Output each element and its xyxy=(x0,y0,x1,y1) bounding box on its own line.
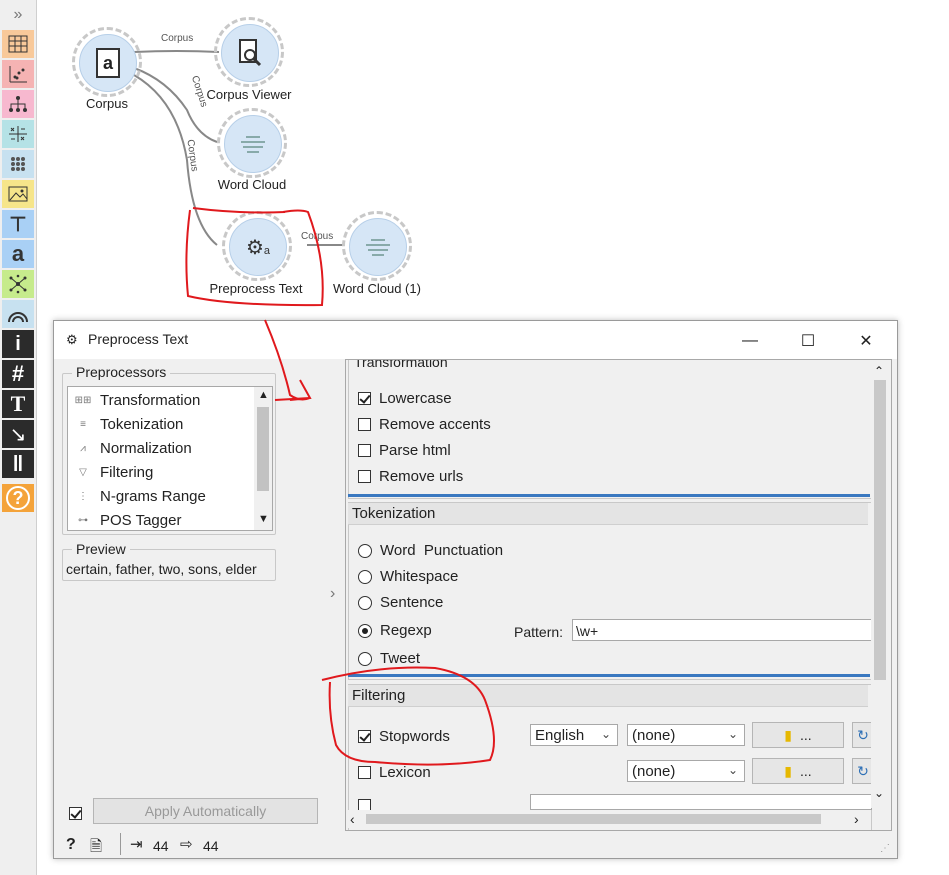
red-annotations xyxy=(185,207,495,766)
